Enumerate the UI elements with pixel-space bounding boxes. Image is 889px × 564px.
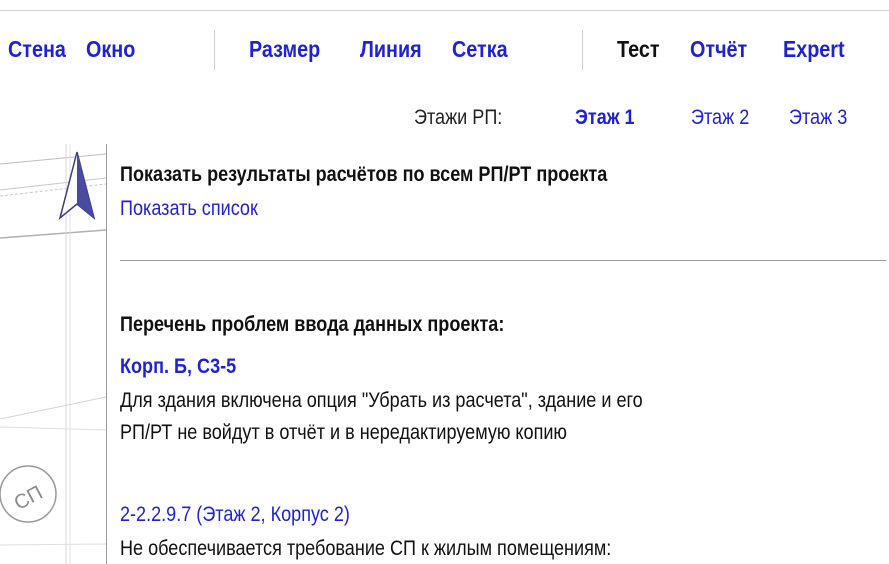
menu-test[interactable]: Тест [617,36,660,63]
issue-description-line: Для здания включена опция "Убрать из рас… [120,389,643,412]
menu-line[interactable]: Линия [360,36,422,63]
menu-window[interactable]: Окно [86,36,135,63]
menu-size[interactable]: Размер [249,36,320,63]
issue-description-line: РП/РТ не войдут в отчёт и в нередактируе… [120,421,567,444]
menu-grid[interactable]: Сетка [452,36,508,63]
floor-tab-2[interactable]: Этаж 2 [691,106,749,130]
plan-drawing: СП [0,144,106,564]
floor-tab-3[interactable]: Этаж 3 [789,106,847,130]
issues-title: Перечень проблем ввода данных проекта: [120,313,505,336]
menu-report[interactable]: Отчёт [690,36,747,63]
section-divider [120,260,886,261]
menu-wall[interactable]: Стена [8,36,66,63]
issue-ref-link[interactable]: 2-2.2.9.7 (Этаж 2, Корпус 2) [120,502,350,528]
floor-tab-1[interactable]: Этаж 1 [575,106,635,130]
floor-switcher: Этажи РП: Этаж 1 Этаж 2 Этаж 3 [0,106,889,136]
menu-separator [214,30,215,70]
issue-description-line: Не обеспечивается требование СП к жилым … [120,537,612,560]
top-border [0,0,889,11]
svg-text:СП: СП [11,482,47,515]
north-arrow-icon [58,151,96,221]
report-heading: Показать результаты расчётов по всем РП/… [120,163,608,186]
floors-label: Этажи РП: [414,106,503,129]
menu-separator [582,30,583,70]
show-list-link[interactable]: Показать список [120,196,258,222]
sp-stamp-icon: СП [0,465,57,523]
menu-expert[interactable]: Expert [783,36,845,63]
main-menu-bar: Стена Окно Размер Линия Сетка Тест Отчёт… [0,22,889,80]
plan-preview-panel[interactable]: СП [0,144,106,564]
content-divider [106,144,107,564]
issue-ref-link[interactable]: Корп. Б, С3-5 [120,354,236,380]
